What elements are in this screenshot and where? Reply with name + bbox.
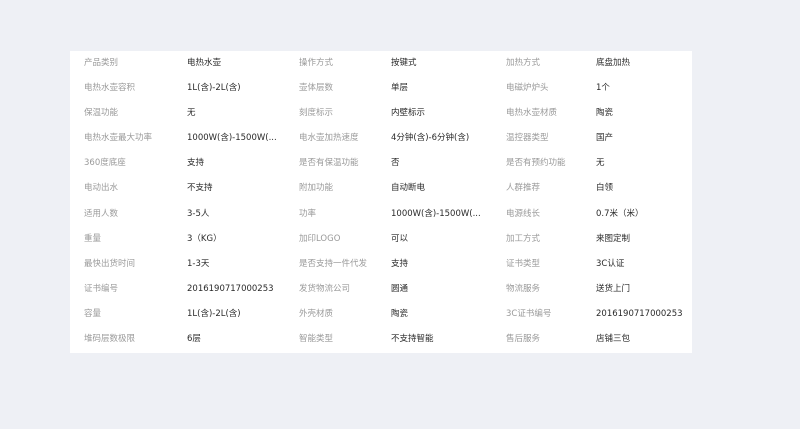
spec-value: 4分钟(含)-6分钟(含) xyxy=(391,133,470,144)
product-specs-table: 产品类别 电热水壶 操作方式 按键式 加热方式 底盘加热 电热水壶容积 1L(含… xyxy=(70,51,692,352)
spec-value: 支持 xyxy=(187,158,205,169)
spec-value: 电热水壶 xyxy=(187,58,222,68)
spec-value: 不支持智能 xyxy=(391,334,434,345)
spec-value: 2016190717000253 xyxy=(596,308,683,319)
spec-value: 来图定制 xyxy=(596,233,631,244)
spec-label: 加热方式 xyxy=(506,58,541,68)
spec-label: 附加功能 xyxy=(299,183,334,194)
spec-value: 0.7米（米） xyxy=(596,208,644,219)
spec-value: 2016190717000253 xyxy=(187,283,274,294)
spec-label: 产品类别 xyxy=(84,58,119,68)
spec-label: 售后服务 xyxy=(506,334,541,345)
table-row: 保温功能 无 刻度标示 内壁标示 电热水壶材质 陶瓷 xyxy=(70,101,692,126)
spec-value: 3C认证 xyxy=(596,258,625,269)
table-row: 电热水壶最大功率 1000W(含)-1500W(... 电水壶加热速度 4分钟(… xyxy=(70,126,692,151)
spec-label: 物流服务 xyxy=(506,283,541,294)
spec-value: 自动断电 xyxy=(391,183,426,194)
table-row: 最快出货时间 1-3天 是否支持一件代发 支持 证书类型 3C认证 xyxy=(70,252,692,277)
spec-label: 壶体层数 xyxy=(299,83,334,94)
table-row: 证书编号 2016190717000253 发货物流公司 圆通 物流服务 送货上… xyxy=(70,277,692,302)
spec-label: 操作方式 xyxy=(299,58,334,68)
spec-label: 重量 xyxy=(84,233,102,244)
spec-value: 3（KG） xyxy=(187,233,222,244)
spec-label: 容量 xyxy=(84,308,102,319)
spec-label: 加印LOGO xyxy=(299,233,341,244)
spec-value: 1-3天 xyxy=(187,258,210,269)
spec-value: 3-5人 xyxy=(187,208,210,219)
spec-label: 是否支持一件代发 xyxy=(299,258,368,269)
spec-value: 1个 xyxy=(596,83,610,94)
spec-value: 不支持 xyxy=(187,183,213,194)
spec-value: 白领 xyxy=(596,183,614,194)
spec-label: 电热水壶材质 xyxy=(506,108,558,119)
spec-label: 发货物流公司 xyxy=(299,283,351,294)
table-row: 重量 3（KG） 加印LOGO 可以 加工方式 来图定制 xyxy=(70,227,692,252)
table-row: 堆码层数极限 6层 智能类型 不支持智能 售后服务 店铺三包 xyxy=(70,327,692,352)
spec-value: 圆通 xyxy=(391,283,409,294)
spec-value: 否 xyxy=(391,158,400,169)
spec-value: 陶瓷 xyxy=(391,308,409,319)
spec-label: 电源线长 xyxy=(506,208,541,219)
spec-label: 最快出货时间 xyxy=(84,258,136,269)
spec-label: 3C证书编号 xyxy=(506,308,552,319)
spec-label: 外壳材质 xyxy=(299,308,334,319)
spec-value: 可以 xyxy=(391,233,409,244)
spec-value: 6层 xyxy=(187,334,201,345)
spec-value: 底盘加热 xyxy=(596,58,631,68)
spec-label: 证书类型 xyxy=(506,258,541,269)
spec-value: 店铺三包 xyxy=(596,334,631,345)
spec-label: 智能类型 xyxy=(299,334,334,345)
spec-value: 1L(含)-2L(含) xyxy=(187,308,241,319)
table-row: 电热水壶容积 1L(含)-2L(含) 壶体层数 单层 电磁炉炉头 1个 xyxy=(70,76,692,101)
spec-value: 支持 xyxy=(391,258,409,269)
table-row: 360度底座 支持 是否有保温功能 否 是否有预约功能 无 xyxy=(70,151,692,176)
table-row: 适用人数 3-5人 功率 1000W(含)-1500W(... 电源线长 0.7… xyxy=(70,202,692,227)
spec-value: 单层 xyxy=(391,83,409,94)
spec-label: 人群推荐 xyxy=(506,183,541,194)
spec-value: 送货上门 xyxy=(596,283,631,294)
spec-label: 电磁炉炉头 xyxy=(506,83,549,94)
spec-label: 360度底座 xyxy=(84,158,126,169)
table-row: 容量 1L(含)-2L(含) 外壳材质 陶瓷 3C证书编号 2016190717… xyxy=(70,302,692,327)
spec-label: 刻度标示 xyxy=(299,108,334,119)
spec-label: 是否有保温功能 xyxy=(299,158,359,169)
spec-label: 是否有预约功能 xyxy=(506,158,566,169)
spec-label: 电动出水 xyxy=(84,183,119,194)
spec-label: 电热水壶容积 xyxy=(84,83,136,94)
spec-value: 陶瓷 xyxy=(596,108,614,119)
spec-label: 堆码层数极限 xyxy=(84,334,136,345)
spec-value: 1L(含)-2L(含) xyxy=(187,83,241,94)
spec-value: 无 xyxy=(596,158,605,169)
spec-value: 1000W(含)-1500W(... xyxy=(391,208,481,219)
spec-label: 保温功能 xyxy=(84,108,119,119)
table-row: 电动出水 不支持 附加功能 自动断电 人群推荐 白领 xyxy=(70,176,692,201)
spec-value: 国产 xyxy=(596,133,614,144)
spec-label: 电水壶加热速度 xyxy=(299,133,359,144)
spec-label: 适用人数 xyxy=(84,208,119,219)
spec-label: 温控器类型 xyxy=(506,133,549,144)
spec-value: 内壁标示 xyxy=(391,108,426,119)
product-specs-panel: 产品类别 电热水壶 操作方式 按键式 加热方式 底盘加热 电热水壶容积 1L(含… xyxy=(70,51,692,353)
spec-value: 1000W(含)-1500W(... xyxy=(187,133,277,144)
spec-label: 功率 xyxy=(299,208,317,219)
spec-label: 证书编号 xyxy=(84,283,119,294)
spec-value: 无 xyxy=(187,108,196,119)
spec-label: 电热水壶最大功率 xyxy=(84,133,153,144)
spec-label: 加工方式 xyxy=(506,233,541,244)
table-row: 产品类别 电热水壶 操作方式 按键式 加热方式 底盘加热 xyxy=(70,51,692,76)
spec-value: 按键式 xyxy=(391,58,417,68)
